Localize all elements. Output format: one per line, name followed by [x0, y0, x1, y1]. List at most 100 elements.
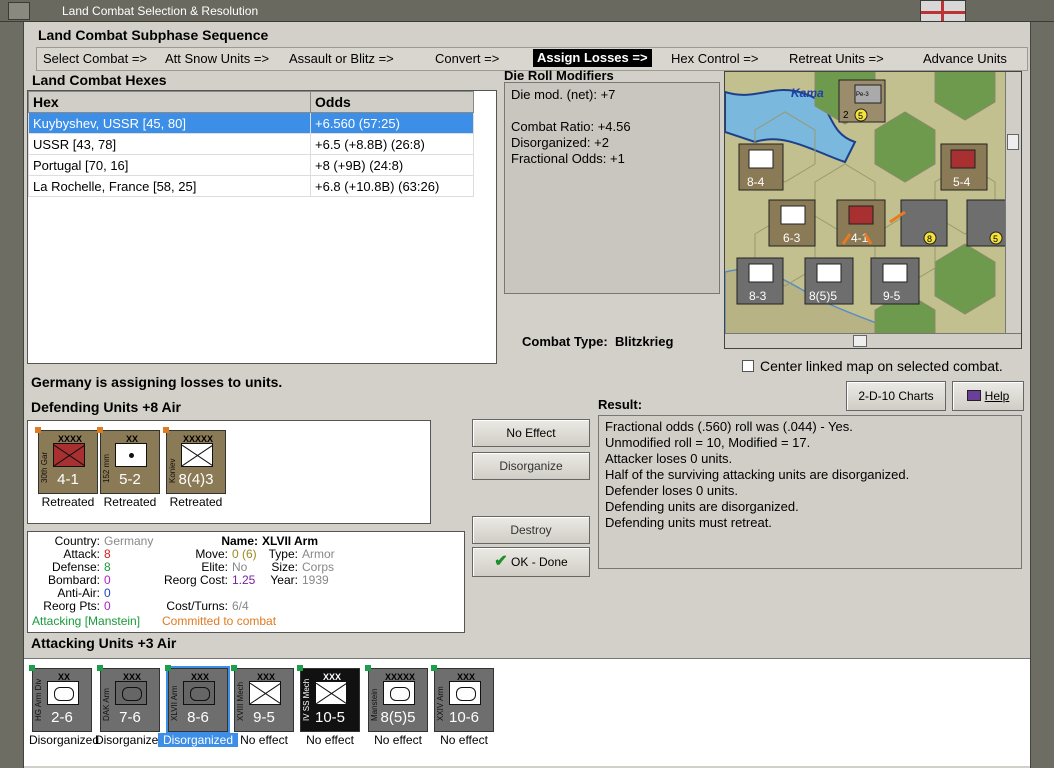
ok-done-button[interactable]: ✔ OK - Done: [472, 547, 590, 577]
unit-bombard: 0: [104, 573, 111, 587]
odds-cell: +6.5 (+8.8B) (26:8): [310, 133, 474, 155]
armor-icon: [449, 681, 481, 705]
right-frame-border: [1030, 22, 1054, 768]
unit-attack: 8: [104, 547, 111, 561]
attacking-unit-counter-selected[interactable]: XXX XLVII Arm 8-6: [165, 665, 230, 734]
defending-unit-counter[interactable]: XXXX 30th Gar 4-1: [35, 427, 98, 494]
table-row[interactable]: La Rochelle, France [58, 25] +6.8 (+10.8…: [28, 175, 474, 197]
help-book-icon: [966, 390, 981, 401]
combat-type: Combat Type: Blitzkrieg: [522, 334, 673, 349]
attacking-unit-counter[interactable]: XXX XXIV Arm 10-6: [431, 665, 494, 732]
map-unit[interactable]: 6-3: [768, 199, 816, 247]
map-unit[interactable]: 9-5: [870, 257, 920, 305]
attacking-unit-counter[interactable]: XXX IV SS Mech 10-5: [297, 665, 360, 732]
map-unit[interactable]: 4-1: [836, 199, 886, 247]
system-menu-icon[interactable]: [8, 2, 30, 20]
main-content: Land Combat Subphase Sequence Select Com…: [24, 22, 1030, 768]
app-window: Land Combat Selection & Resolution Land …: [0, 0, 1054, 768]
map-horizontal-scrollbar[interactable]: [725, 333, 1021, 348]
defending-units-panel: XXXX 30th Gar 4-1 Retreated XX 152 mm 5-…: [27, 420, 431, 524]
unit-status: No effect: [440, 733, 488, 747]
center-map-checkbox[interactable]: Center linked map on selected combat.: [742, 358, 1003, 374]
svg-text:8: 8: [927, 234, 932, 244]
charts-button[interactable]: 2-D-10 Charts: [846, 381, 946, 411]
step-hex-control: Hex Control =>: [671, 51, 759, 66]
col-odds[interactable]: Odds: [310, 91, 474, 113]
odds-cell: +8 (+9B) (24:8): [310, 154, 474, 176]
map-hscroll-thumb[interactable]: [853, 335, 867, 347]
svg-text:5: 5: [993, 234, 998, 244]
disorganize-button[interactable]: Disorganize: [472, 452, 590, 480]
hex-cell: Portugal [70, 16]: [28, 154, 311, 176]
svg-text:2: 2: [843, 110, 849, 121]
map-vertical-scrollbar[interactable]: [1005, 72, 1021, 335]
result-line: Defender loses 0 units.: [605, 483, 738, 498]
subphase-sequence: Land Combat Subphase Sequence Select Com…: [32, 26, 1030, 71]
step-att-snow-units: Att Snow Units =>: [165, 51, 270, 66]
table-row[interactable]: Kuybyshev, USSR [45, 80] +6.560 (57:25): [28, 112, 474, 134]
unit-reorg-cost: 1.25: [232, 573, 256, 587]
attacking-unit-counter[interactable]: XXX DAK Arm 7-6: [97, 665, 160, 732]
status-message: Germany is assigning losses to units.: [31, 374, 283, 390]
attacking-unit-counter[interactable]: XXXXX Manstein 8(5)5: [365, 665, 428, 732]
step-assault-or-blitz: Assault or Blitz =>: [289, 51, 394, 66]
svg-text:6-3: 6-3: [783, 231, 801, 245]
attacking-units-panel: XX HG Arm Div 2-6 Disorganized XXX DAK A…: [24, 658, 1030, 766]
svg-text:5: 5: [858, 111, 863, 121]
step-assign-losses: Assign Losses =>: [533, 49, 652, 67]
unit-size: Corps: [302, 560, 335, 574]
table-row[interactable]: USSR [43, 78] +6.5 (+8.8B) (26:8): [28, 133, 474, 155]
unit-antiair: 0: [104, 586, 111, 600]
unit-country: Germany: [104, 534, 154, 548]
map-unit[interactable]: 5-4: [940, 143, 988, 191]
step-retreat-units: Retreat Units =>: [789, 51, 884, 66]
hexes-table-panel: Hex Odds Kuybyshev, USSR [45, 80] +6.560…: [27, 90, 497, 364]
left-frame-border: [0, 22, 24, 768]
linked-map[interactable]: Kama 2 5 Pe-3 8-4 5-4 6-3 4-1 8 5 8-3 8(…: [724, 71, 1022, 349]
odds-cell: +6.8 (+10.8B) (63:26): [310, 175, 474, 197]
map-vscroll-thumb[interactable]: [1007, 134, 1019, 150]
unit-move: 0 (6): [232, 547, 257, 561]
result-line: Unmodified roll = 10, Modified = 17.: [605, 435, 811, 450]
step-advance-units: Advance Units: [923, 51, 1007, 66]
hq-armor-icon: [383, 681, 415, 705]
checkbox-box[interactable]: [742, 360, 754, 372]
attacking-title: Attacking Units +3 Air: [31, 635, 177, 651]
map-unit[interactable]: 8(5)5: [804, 257, 854, 305]
result-line: Fractional odds (.560) roll was (.044) -…: [605, 419, 853, 434]
svg-text:5-4: 5-4: [953, 175, 971, 189]
attacking-unit-counter[interactable]: XXX XVIII Mech 9-5: [231, 665, 294, 732]
map-unit[interactable]: 8-4: [738, 143, 784, 191]
title-bar: Land Combat Selection & Resolution: [0, 0, 1054, 22]
defending-unit-counter[interactable]: XXXXX Koniev 8(4)3: [163, 427, 226, 494]
artillery-icon: [115, 443, 147, 467]
unit-attacking: Attacking [Manstein]: [32, 614, 141, 628]
result-panel: Fractional odds (.560) roll was (.044) -…: [598, 415, 1022, 569]
map-unit[interactable]: 8-3: [736, 257, 784, 305]
help-button[interactable]: Help: [952, 381, 1024, 411]
defending-title: Defending Units +8 Air: [31, 399, 182, 415]
map-unit[interactable]: 8: [900, 199, 948, 247]
unit-name: XLVII Arm: [262, 534, 319, 548]
result-line: Defending units are disorganized.: [605, 499, 799, 514]
table-row[interactable]: Portugal [70, 16] +8 (+9B) (24:8): [28, 154, 474, 176]
svg-text:8(5)5: 8(5)5: [809, 289, 837, 303]
unit-type: Armor: [302, 547, 335, 561]
hexes-header-row: Hex Odds: [28, 91, 474, 113]
help-label: Help: [984, 389, 1010, 403]
map-unit[interactable]: 2 5 Pe-3: [838, 79, 886, 123]
defending-unit-counter[interactable]: XX 152 mm 5-2: [97, 427, 160, 494]
subphase-title: Land Combat Subphase Sequence: [38, 27, 269, 43]
map-unit[interactable]: 5: [966, 199, 1007, 247]
drm-panel: Die mod. (net): +7 Combat Ratio: +4.56 D…: [504, 82, 720, 294]
map-canvas[interactable]: Kama 2 5 Pe-3 8-4 5-4 6-3 4-1 8 5 8-3 8(…: [725, 72, 1007, 334]
result-line: Defending units must retreat.: [605, 515, 772, 530]
hexes-table: Hex Odds Kuybyshev, USSR [45, 80] +6.560…: [28, 91, 474, 197]
destroy-button[interactable]: Destroy: [472, 516, 590, 544]
col-hex[interactable]: Hex: [28, 91, 311, 113]
infantry-icon: [53, 443, 85, 467]
drm-combat-ratio: Combat Ratio: +4.56: [511, 119, 631, 134]
no-effect-button[interactable]: No Effect: [472, 419, 590, 447]
attacking-unit-counter[interactable]: XX HG Arm Div 2-6: [29, 665, 92, 732]
armor-icon: [47, 681, 79, 705]
